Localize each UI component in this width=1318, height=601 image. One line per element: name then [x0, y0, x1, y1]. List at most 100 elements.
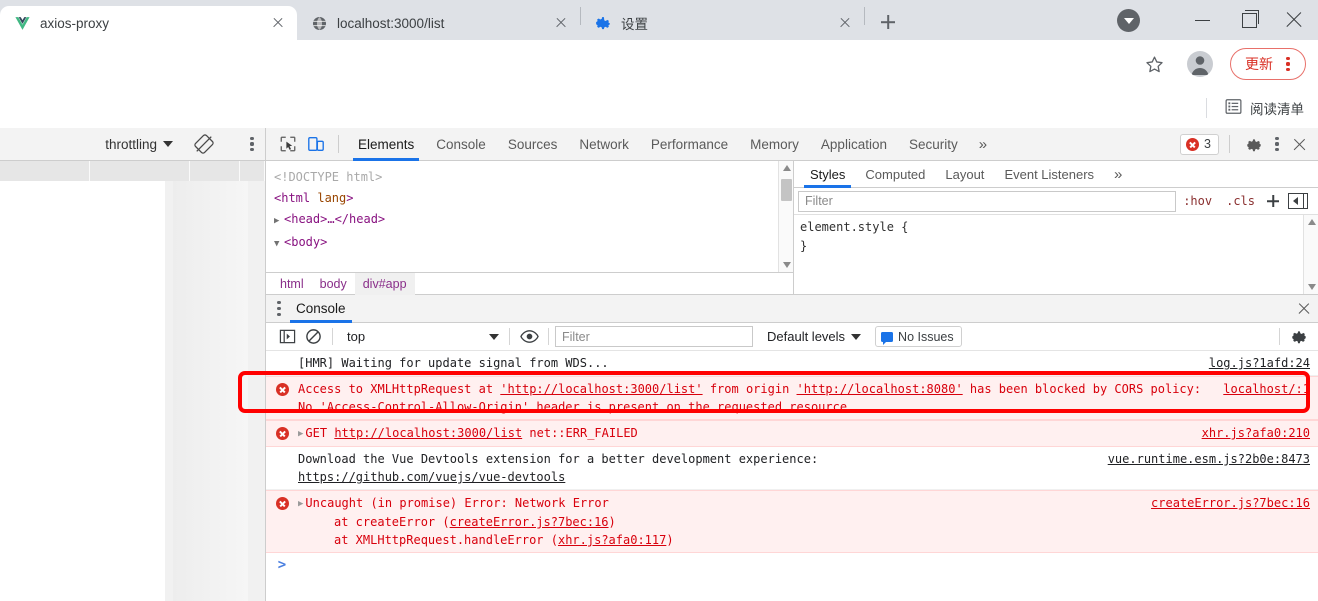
tab-application[interactable]: Application — [810, 128, 898, 161]
maximize-button[interactable] — [1226, 0, 1272, 40]
tab-sources[interactable]: Sources — [497, 128, 569, 161]
browser-tab-settings[interactable]: 设置 — [581, 6, 864, 40]
scroll-down-icon[interactable] — [779, 258, 793, 272]
gear-icon[interactable] — [1286, 325, 1312, 349]
source-link[interactable]: vue.runtime.esm.js?2b0e:8473 — [1108, 450, 1310, 468]
prompt-caret-icon: > — [277, 557, 287, 573]
kebab-menu-icon[interactable] — [1281, 54, 1295, 74]
window-close-button[interactable] — [1272, 0, 1318, 40]
browser-tab-axios-proxy[interactable]: axios-proxy — [0, 6, 297, 40]
throttling-dropdown[interactable]: throttling — [105, 137, 173, 152]
scroll-up-icon[interactable] — [1304, 215, 1318, 229]
tab-security[interactable]: Security — [898, 128, 969, 161]
live-expression-icon[interactable] — [516, 325, 542, 349]
close-icon[interactable] — [836, 14, 854, 32]
cls-button[interactable]: .cls — [1219, 194, 1262, 208]
tab-memory[interactable]: Memory — [739, 128, 810, 161]
kebab-menu-icon[interactable] — [272, 299, 286, 319]
console-filter-input[interactable] — [555, 326, 753, 347]
divider — [1229, 135, 1230, 153]
scroll-up-icon[interactable] — [779, 161, 793, 175]
avatar[interactable] — [1180, 44, 1220, 84]
tab-computed[interactable]: Computed — [855, 161, 935, 188]
dom-line[interactable]: ▼ <body> — [274, 232, 793, 255]
dom-tree[interactable]: <!DOCTYPE html> <html lang> ▶ <head>…</he… — [266, 161, 793, 272]
styles-scrollbar[interactable] — [1303, 215, 1318, 294]
inspect-cursor-icon[interactable] — [274, 131, 302, 157]
update-button[interactable]: 更新 — [1230, 48, 1306, 80]
source-link[interactable]: localhost/:1 — [1223, 380, 1310, 398]
breadcrumb-item-html[interactable]: html — [272, 273, 312, 295]
chevron-down-icon[interactable] — [1117, 8, 1140, 32]
new-tab-button[interactable] — [873, 7, 903, 37]
breadcrumb-item-body[interactable]: body — [312, 273, 355, 295]
tab-label: Console — [436, 136, 486, 152]
execution-context-dropdown[interactable]: top — [343, 326, 503, 348]
log-levels-dropdown[interactable]: Default levels — [767, 329, 862, 344]
tab-label: Sources — [507, 136, 558, 152]
console-message-vue-devtools[interactable]: Download the Vue Devtools extension for … — [266, 447, 1318, 490]
clear-console-icon[interactable] — [300, 325, 326, 349]
star-icon[interactable] — [1134, 44, 1174, 84]
console-prompt[interactable]: > — [266, 553, 1318, 579]
gear-icon — [595, 15, 612, 32]
error-count-label: 3 — [1204, 137, 1211, 151]
more-tabs-button[interactable]: » — [969, 136, 997, 153]
drawer-tab-console[interactable]: Console — [286, 295, 356, 323]
expand-triangle-icon[interactable]: ▶ — [274, 211, 284, 232]
console-message-get-failed[interactable]: ▶ GET http://localhost:3000/list net::ERR… — [266, 420, 1318, 447]
collapse-triangle-icon[interactable]: ▼ — [274, 234, 284, 255]
reading-list-button[interactable]: 阅读清单 — [1225, 98, 1304, 118]
source-link[interactable]: xhr.js?afa0:210 — [1202, 424, 1310, 442]
close-icon[interactable] — [552, 14, 570, 32]
tab-styles[interactable]: Styles — [800, 161, 855, 188]
more-styles-tabs-button[interactable]: » — [1104, 166, 1132, 183]
tab-console[interactable]: Console — [425, 128, 497, 161]
tab-label: Elements — [358, 136, 415, 152]
divider — [332, 328, 333, 345]
source-link[interactable]: createError.js?7bec:16 — [1151, 494, 1310, 512]
error-icon — [275, 383, 289, 396]
source-link[interactable]: log.js?1afd:24 — [1209, 354, 1310, 372]
minimize-button[interactable] — [1180, 0, 1226, 40]
console-message-network-error[interactable]: ▶ Uncaught (in promise) Error: Network Er… — [266, 490, 1318, 553]
console-message-cors-error[interactable]: Access to XMLHttpRequest at 'http://loca… — [266, 376, 1318, 420]
toggle-sidebar-icon[interactable] — [1288, 192, 1308, 210]
dom-scrollbar[interactable] — [778, 161, 793, 272]
console-message-list[interactable]: [HMR] Waiting for update signal from WDS… — [266, 351, 1318, 601]
style-rule-open[interactable]: element.style { — [800, 218, 1318, 237]
kebab-menu-icon[interactable] — [1270, 134, 1284, 154]
hov-button[interactable]: :hov — [1176, 194, 1219, 208]
styles-pane: Styles Computed Layout Event Listeners »… — [794, 161, 1318, 294]
error-count-badge[interactable]: 3 — [1180, 133, 1219, 155]
console-sidebar-icon[interactable] — [274, 325, 300, 349]
browser-tab-localhost-list[interactable]: localhost:3000/list — [297, 6, 580, 40]
tab-performance[interactable]: Performance — [640, 128, 739, 161]
console-message[interactable]: [HMR] Waiting for update signal from WDS… — [266, 351, 1318, 376]
tab-network[interactable]: Network — [568, 128, 640, 161]
rotate-device-icon[interactable] — [191, 131, 217, 157]
tab-elements[interactable]: Elements — [347, 128, 425, 161]
new-style-rule-button[interactable] — [1262, 190, 1284, 212]
dom-tree-pane: <!DOCTYPE html> <html lang> ▶ <head>…</he… — [266, 161, 794, 295]
close-icon[interactable] — [1290, 295, 1318, 323]
device-toolbar-icon[interactable] — [302, 131, 330, 157]
expand-triangle-icon[interactable]: ▶ — [298, 425, 303, 443]
message-text: ▶ Uncaught (in promise) Error: Network Er… — [298, 494, 1151, 549]
issues-button[interactable]: No Issues — [875, 326, 962, 347]
kebab-menu-icon[interactable] — [245, 134, 259, 154]
scrollbar-thumb[interactable] — [781, 179, 792, 201]
expand-triangle-icon[interactable]: ▶ — [298, 495, 303, 513]
tab-layout[interactable]: Layout — [935, 161, 994, 188]
breadcrumb-item-div-app[interactable]: div#app — [354, 272, 415, 295]
scroll-down-icon[interactable] — [1304, 280, 1318, 294]
tab-label: Event Listeners — [1004, 166, 1095, 182]
gear-icon[interactable] — [1240, 131, 1268, 157]
devtools-tabbar: Elements Console Sources Network Perform… — [266, 128, 1318, 161]
context-label: top — [347, 329, 366, 344]
dom-line[interactable]: ▶ <head>…</head> — [274, 209, 793, 232]
close-icon[interactable] — [269, 14, 287, 32]
close-icon[interactable] — [1286, 131, 1312, 157]
tab-event-listeners[interactable]: Event Listeners — [994, 161, 1104, 188]
styles-filter-input[interactable] — [798, 190, 1177, 212]
